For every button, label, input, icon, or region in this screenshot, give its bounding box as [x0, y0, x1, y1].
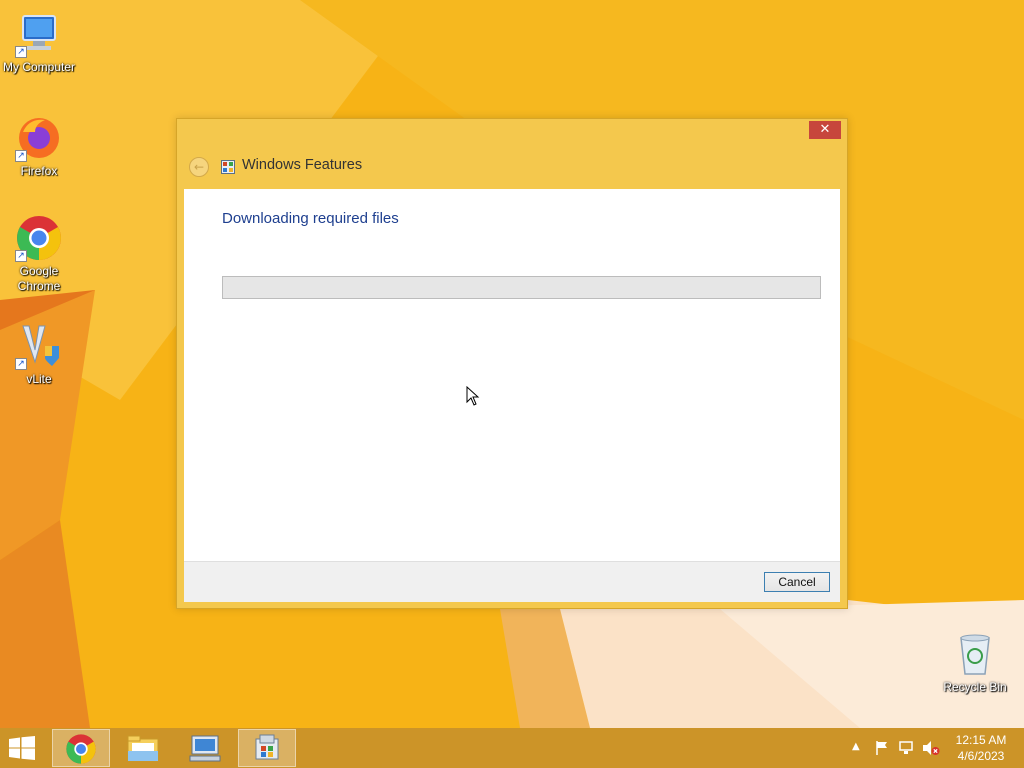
desktop-icon-label: Firefox	[20, 164, 58, 178]
recycle-bin-icon	[951, 630, 999, 678]
windows-logo-icon	[9, 736, 35, 760]
file-explorer-icon	[127, 735, 159, 762]
network-icon[interactable]	[898, 740, 914, 756]
chrome-icon: ↗	[15, 214, 63, 262]
clock-time: 12:15 AM	[955, 733, 1007, 747]
status-heading: Downloading required files	[222, 210, 399, 227]
taskbar-item-file-explorer[interactable]	[114, 729, 172, 767]
desktop-icon-label: vLite	[26, 372, 52, 386]
action-center-flag-icon[interactable]	[874, 740, 890, 756]
taskbar-item-remote-desktop[interactable]	[176, 729, 234, 767]
volume-muted-icon[interactable]	[922, 740, 940, 756]
desktop-icon-vlite[interactable]: ↗ vLite	[0, 322, 78, 387]
show-hidden-icons-chevron-icon[interactable]: ▲	[852, 741, 860, 752]
desktop-icon-google-chrome[interactable]: ↗ Google Chrome	[0, 214, 78, 294]
taskbar-item-chrome[interactable]	[52, 729, 110, 767]
chrome-icon	[66, 734, 96, 764]
windows-features-icon	[221, 159, 235, 174]
mouse-cursor-icon	[466, 386, 480, 406]
clock-date: 4/6/2023	[957, 749, 1005, 763]
vlite-icon: ↗	[15, 322, 63, 370]
cancel-button[interactable]: Cancel	[764, 572, 830, 592]
desktop-icon-firefox[interactable]: ↗ Firefox	[0, 114, 78, 179]
dialog-footer: Cancel	[184, 561, 840, 602]
taskbar: ▲ 12:15 AM 4/6/2023	[0, 728, 1024, 768]
firefox-icon: ↗	[15, 114, 63, 162]
desktop-icon-recycle-bin[interactable]: Recycle Bin	[936, 630, 1014, 695]
dialog-title: Windows Features	[242, 157, 363, 173]
taskbar-item-windows-features[interactable]	[238, 729, 296, 767]
progress-bar	[222, 276, 821, 299]
start-button[interactable]	[8, 736, 38, 762]
shortcut-arrow-icon: ↗	[15, 150, 27, 162]
back-arrow-icon[interactable]: ←	[189, 157, 209, 177]
taskbar-clock[interactable]: 12:15 AM 4/6/2023	[950, 732, 1012, 764]
windows-features-icon	[255, 734, 279, 760]
computer-icon: ↗	[15, 10, 63, 58]
desktop-icon-my-computer[interactable]: ↗ My Computer	[0, 10, 78, 75]
shortcut-arrow-icon: ↗	[15, 250, 27, 262]
remote-desktop-icon	[189, 735, 221, 762]
dialog-content: Downloading required files	[184, 189, 840, 561]
windows-features-dialog: ✕ ← Windows Features Downloading require…	[176, 118, 848, 609]
shortcut-arrow-icon: ↗	[15, 46, 27, 58]
desktop-icon-label: My Computer	[2, 60, 76, 74]
shortcut-arrow-icon: ↗	[15, 358, 27, 370]
close-button[interactable]: ✕	[809, 121, 841, 139]
desktop-icon-label: Recycle Bin	[943, 680, 1007, 694]
desktop-icon-label: Google Chrome	[17, 264, 61, 293]
